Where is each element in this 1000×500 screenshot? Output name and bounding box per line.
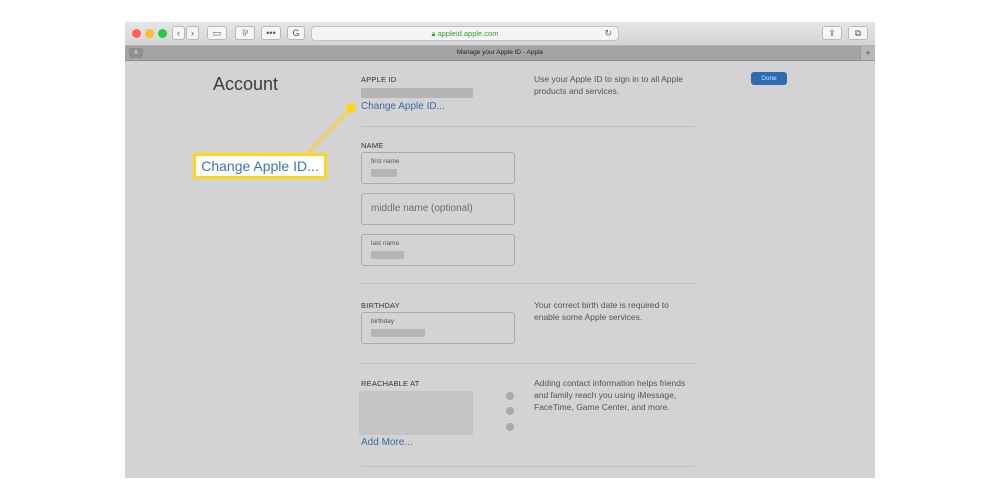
callout-line <box>304 107 352 157</box>
callout-box: Change Apple ID... <box>193 153 327 179</box>
callout-connector <box>304 107 352 157</box>
callout-dot <box>346 103 356 113</box>
callout-text: Change Apple ID... <box>196 156 324 176</box>
